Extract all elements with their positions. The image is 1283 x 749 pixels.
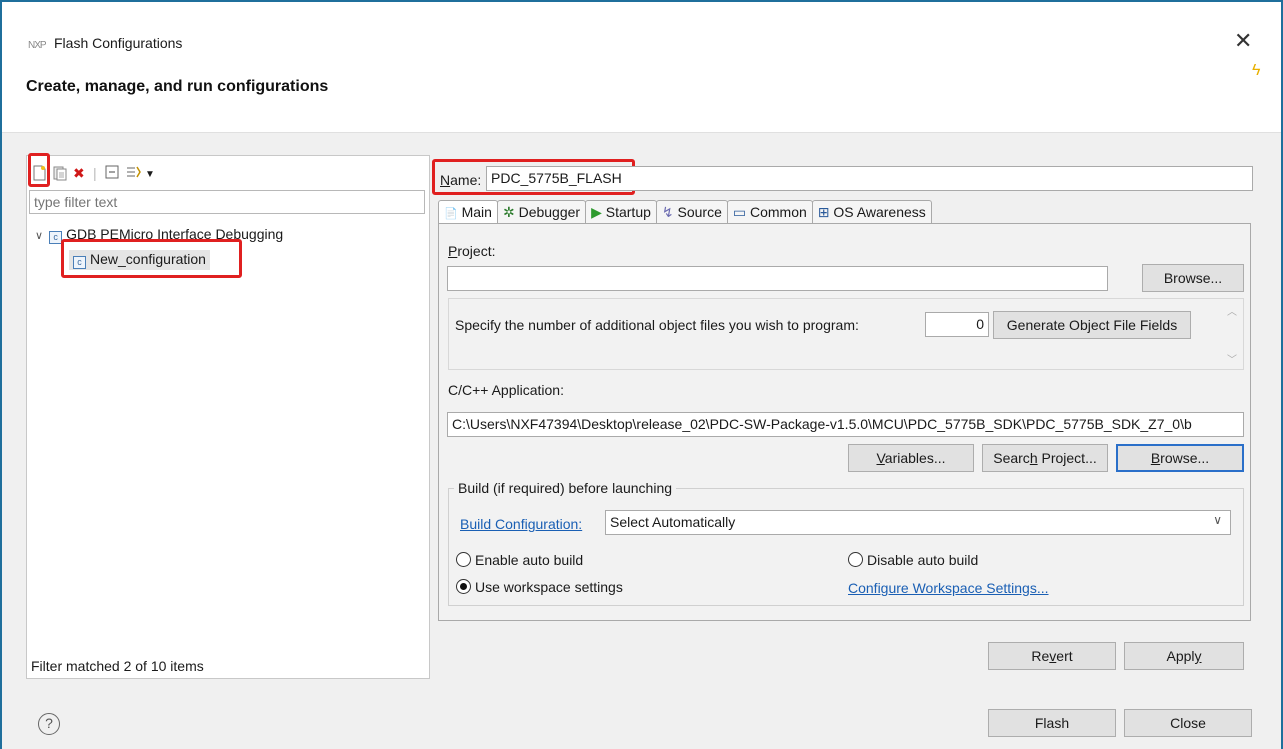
name-label: Name: <box>440 172 482 188</box>
use-workspace-settings-radio[interactable]: Use workspace settings <box>456 579 623 595</box>
startup-tab-icon: ▶ <box>591 204 602 220</box>
tab-label: OS Awareness <box>833 204 926 220</box>
duplicate-icon[interactable] <box>53 165 67 184</box>
window-title: Flash Configurations <box>54 35 183 51</box>
project-browse-button[interactable]: Browse... <box>1142 264 1244 292</box>
flash-button[interactable]: Flash <box>988 709 1116 737</box>
delete-icon[interactable]: ✖ <box>73 165 85 181</box>
build-group-label: Build (if required) before launching <box>454 480 677 496</box>
source-tab-icon: ↯ <box>661 204 674 220</box>
config-tabs: 📄 Main ✲ Debugger ▶ Startup ↯ Source ▭ C… <box>438 200 932 226</box>
application-field[interactable]: C:\Users\NXF47394\Desktop\release_02\PDC… <box>447 412 1244 437</box>
configurations-panel: ✖ | ▼ ∨cGDB PEMicro Interface Debugging … <box>26 155 430 679</box>
highlight-new-config <box>28 153 50 187</box>
page-title: Create, manage, and run configurations <box>26 78 329 95</box>
configure-workspace-link[interactable]: Configure Workspace Settings... <box>848 580 1049 596</box>
os-awareness-tab-icon: ⊞ <box>817 204 830 220</box>
close-icon[interactable]: ✕ <box>1234 30 1252 52</box>
tab-debugger[interactable]: ✲ Debugger <box>496 200 587 224</box>
tab-label: Startup <box>605 204 651 220</box>
dialog-header: NXP Flash Configurations ✕ ϟ Create, man… <box>2 2 1281 132</box>
object-files-count[interactable]: 0 <box>925 312 989 337</box>
filter-status: Filter matched 2 of 10 items <box>31 658 204 674</box>
project-label: Project: <box>448 243 496 259</box>
radio-label: Disable auto build <box>867 552 979 568</box>
toolbar-separator: | <box>93 165 97 181</box>
generate-object-file-fields-button[interactable]: Generate Object File Fields <box>993 311 1191 339</box>
lightning-icon: ϟ <box>1252 62 1261 79</box>
enable-auto-build-radio[interactable]: Enable auto build <box>456 552 583 568</box>
tab-label: Common <box>750 204 807 220</box>
radio-on-icon <box>456 579 471 594</box>
filter-input[interactable] <box>29 190 425 214</box>
object-files-box: Specify the number of additional object … <box>448 298 1244 370</box>
radio-off-icon <box>456 552 471 567</box>
radio-label: Use workspace settings <box>475 579 623 595</box>
object-files-label: Specify the number of additional object … <box>455 317 859 333</box>
radio-off-icon <box>848 552 863 567</box>
scroll-down-icon[interactable]: ﹀ <box>1227 351 1237 366</box>
disable-auto-build-radio[interactable]: Disable auto build <box>848 552 978 568</box>
debugger-tab-icon: ✲ <box>502 204 515 220</box>
tab-os-awareness[interactable]: ⊞ OS Awareness <box>811 200 932 224</box>
dialog-footer: ? Flash Close <box>2 679 1281 749</box>
application-browse-button[interactable]: Browse... <box>1116 444 1244 472</box>
collapse-icon[interactable] <box>105 165 119 182</box>
revert-button[interactable]: Revert <box>988 642 1116 670</box>
chevron-down-icon: ∨ <box>1213 513 1222 527</box>
tab-label: Source <box>677 204 722 220</box>
build-configuration-value: Select Automatically <box>610 514 736 530</box>
dropdown-icon[interactable]: ▼ <box>145 167 155 183</box>
highlight-new-configuration <box>61 239 242 278</box>
variables-button[interactable]: Variables... <box>848 444 974 472</box>
tab-label: Main <box>461 204 492 220</box>
build-configuration-link[interactable]: Build Configuration: <box>460 516 582 532</box>
tab-source[interactable]: ↯ Source <box>655 200 728 224</box>
radio-label: Enable auto build <box>475 552 584 568</box>
chevron-down-icon[interactable]: ∨ <box>35 230 43 242</box>
name-field[interactable]: PDC_5775B_FLASH <box>486 166 1253 191</box>
filter-icon[interactable] <box>125 165 141 183</box>
help-icon[interactable]: ? <box>38 713 60 735</box>
tab-startup[interactable]: ▶ Startup <box>585 200 657 224</box>
application-label: C/C++ Application: <box>448 382 564 398</box>
flash-configurations-dialog: NXP Flash Configurations ✕ ϟ Create, man… <box>0 0 1283 749</box>
search-project-button[interactable]: Search Project... <box>982 444 1108 472</box>
project-field[interactable] <box>447 266 1108 291</box>
main-tab-icon: 📄 <box>444 208 458 220</box>
tab-common[interactable]: ▭ Common <box>726 200 813 224</box>
build-configuration-select[interactable]: Select Automatically ∨ <box>605 510 1231 535</box>
nxp-logo-icon: NXP <box>28 40 47 51</box>
apply-button[interactable]: Apply <box>1124 642 1244 670</box>
common-tab-icon: ▭ <box>732 204 747 220</box>
tab-label: Debugger <box>518 204 581 220</box>
close-button[interactable]: Close <box>1124 709 1252 737</box>
scroll-up-icon[interactable]: ︿ <box>1227 303 1237 318</box>
